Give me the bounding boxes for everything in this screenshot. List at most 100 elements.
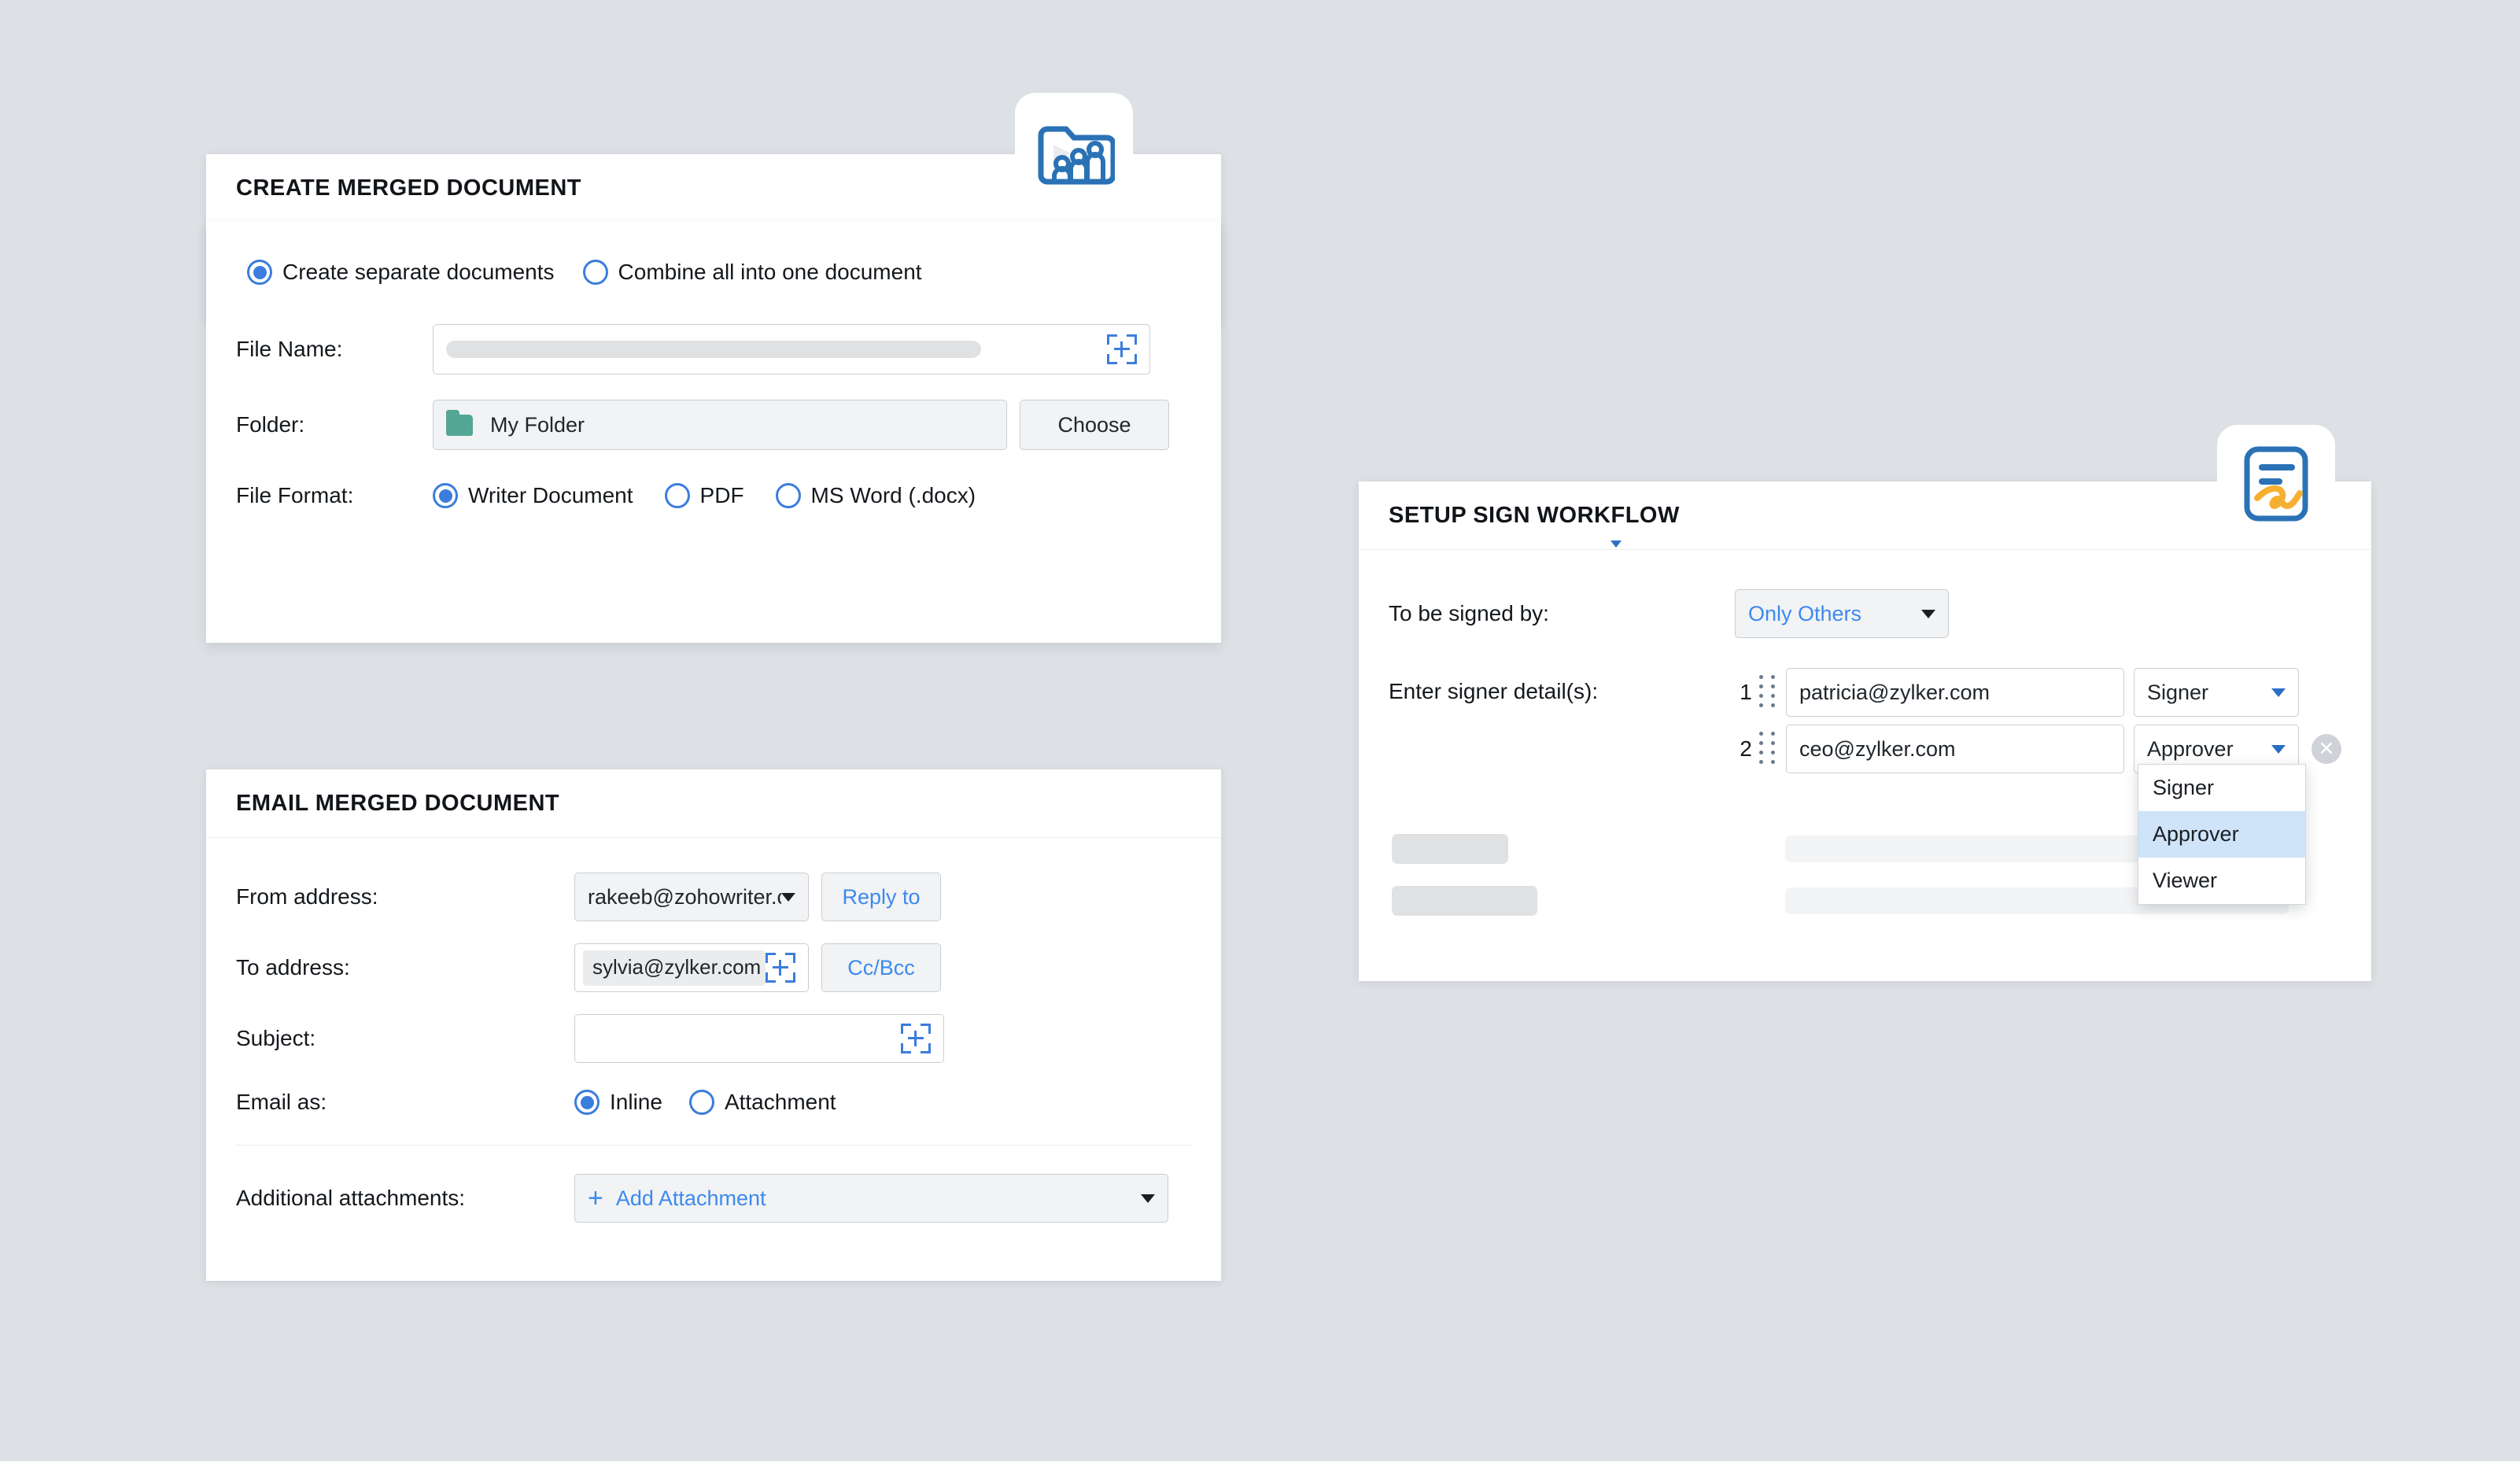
menu-item-label-signer: Signer: [2153, 776, 2215, 799]
chevron-down-icon-signed-by[interactable]: [1921, 609, 1935, 618]
radio-icon-pdf[interactable]: [664, 483, 690, 508]
from-address-row: From address: rakeeb@zohowriter.com Repl…: [236, 873, 1191, 921]
folder-value-field[interactable]: My Folder: [433, 400, 1007, 450]
skeleton-label-bar: [1392, 886, 1537, 916]
cc-bcc-button[interactable]: Cc/Bcc: [821, 943, 941, 992]
file-name-placeholder-bar: [446, 341, 981, 358]
chevron-down-icon-from[interactable]: [781, 892, 795, 902]
chevron-down-icon-artifact: [1611, 540, 1622, 548]
additional-attachments-row: Additional attachments: + Add Attachment: [236, 1174, 1191, 1223]
plus-icon-add-attachment: +: [588, 1183, 603, 1213]
radio-label-inline: Inline: [610, 1090, 662, 1114]
to-address-input[interactable]: sylvia@zylker.com ✕: [574, 943, 809, 992]
signer-role-value-1: Signer: [2147, 680, 2209, 704]
drag-handle-icon-signer-1[interactable]: [1759, 675, 1777, 710]
from-address-select[interactable]: rakeeb@zohowriter.com: [574, 873, 809, 921]
radio-label-combine-into-one: Combine all into one document: [618, 260, 922, 284]
drag-handle-icon-signer-2[interactable]: [1759, 732, 1777, 766]
folder-value: My Folder: [490, 412, 585, 437]
merge-mode-radio-group: Create separate documents Combine all in…: [247, 260, 1191, 285]
radio-icon-inline[interactable]: [574, 1090, 600, 1115]
choose-folder-button[interactable]: Choose: [1020, 400, 1169, 450]
folder-label: Folder:: [236, 412, 305, 437]
folder-icon: [446, 409, 473, 436]
email-as-label: Email as:: [236, 1090, 327, 1114]
signer-role-dropdown-menu[interactable]: Signer Approver Viewer: [2138, 764, 2306, 905]
radio-label-pdf: PDF: [699, 483, 744, 507]
radio-icon-create-separate[interactable]: [247, 260, 272, 285]
to-be-signed-by-row: To be signed by: Only Others: [1389, 589, 2341, 638]
setup-sign-workflow-panel: SETUP SIGN WORKFLOW To be signed by: Onl…: [1359, 481, 2371, 981]
reply-to-label: Reply to: [842, 884, 921, 909]
skeleton-label-bar: [1392, 834, 1508, 864]
email-panel-divider: [236, 1145, 1191, 1146]
radio-label-writer-document: Writer Document: [468, 483, 633, 507]
radio-inline[interactable]: Inline: [574, 1090, 662, 1115]
sign-panel-title: SETUP SIGN WORKFLOW: [1389, 502, 1680, 528]
radio-icon-writer-document[interactable]: [433, 483, 458, 508]
signer-role-value-2: Approver: [2147, 736, 2234, 761]
chevron-down-icon-role-2[interactable]: [2271, 744, 2286, 754]
from-address-label: From address:: [236, 884, 378, 909]
merge-panel-title: CREATE MERGED DOCUMENT: [236, 175, 582, 201]
menu-item-signer[interactable]: Signer: [2138, 765, 2305, 811]
radio-label-create-separate: Create separate documents: [282, 260, 555, 284]
close-icon-remove-signer-2[interactable]: ✕: [2312, 734, 2341, 764]
subject-input[interactable]: [574, 1014, 944, 1063]
signer-role-select-1[interactable]: Signer: [2134, 668, 2299, 717]
to-address-label: To address:: [236, 955, 350, 980]
radio-icon-combine-into-one[interactable]: [582, 260, 608, 285]
choose-folder-label: Choose: [1057, 412, 1131, 437]
document-signature-glyph: [2244, 446, 2308, 522]
folder-with-people-glyph: [1038, 126, 1115, 185]
menu-item-label-approver: Approver: [2153, 822, 2239, 846]
email-as-row: Email as: Inline Attachment: [236, 1090, 1191, 1115]
signed-by-select[interactable]: Only Others: [1735, 589, 1949, 638]
menu-item-viewer[interactable]: Viewer: [2138, 858, 2305, 904]
folder-row: Folder: My Folder Choose: [236, 400, 1191, 450]
radio-combine-into-one[interactable]: Combine all into one document: [582, 260, 922, 285]
chevron-down-icon-role-1[interactable]: [2271, 688, 2286, 697]
file-name-row: File Name:: [236, 324, 1191, 374]
to-address-row: To address: sylvia@zylker.com ✕ Cc/Bcc: [236, 943, 1191, 992]
to-be-signed-by-label: To be signed by:: [1389, 601, 1549, 625]
radio-ms-word[interactable]: MS Word (.docx): [775, 483, 976, 508]
add-attachment-label: Add Attachment: [615, 1186, 766, 1210]
insert-merge-field-icon-to[interactable]: [766, 953, 795, 983]
signer-email-value-1: patricia@zylker.com: [1799, 680, 1990, 704]
file-name-label: File Name:: [236, 337, 343, 361]
radio-create-separate-documents[interactable]: Create separate documents: [247, 260, 555, 285]
radio-icon-attachment[interactable]: [688, 1090, 714, 1115]
insert-merge-field-icon[interactable]: [1107, 334, 1137, 364]
subject-row: Subject:: [236, 1014, 1191, 1063]
recipient-chip[interactable]: sylvia@zylker.com ✕: [583, 950, 766, 986]
from-address-value: rakeeb@zohowriter.com: [588, 884, 781, 909]
add-attachment-dropdown[interactable]: + Add Attachment: [574, 1174, 1168, 1223]
file-format-label: File Format:: [236, 483, 354, 507]
signer-email-value-2: ceo@zylker.com: [1799, 736, 1956, 761]
email-panel-header: EMAIL MERGED DOCUMENT: [206, 769, 1221, 838]
subject-label: Subject:: [236, 1026, 316, 1050]
signer-email-input-1[interactable]: patricia@zylker.com: [1786, 668, 2124, 717]
reply-to-button[interactable]: Reply to: [821, 873, 941, 921]
radio-writer-document[interactable]: Writer Document: [433, 483, 633, 508]
document-signature-icon: [2217, 425, 2335, 543]
radio-pdf[interactable]: PDF: [664, 483, 744, 508]
file-name-input[interactable]: [433, 324, 1150, 374]
radio-icon-ms-word[interactable]: [775, 483, 801, 508]
radio-label-ms-word: MS Word (.docx): [810, 483, 976, 507]
email-panel-title: EMAIL MERGED DOCUMENT: [236, 790, 560, 816]
cc-bcc-label: Cc/Bcc: [847, 955, 915, 980]
radio-attachment[interactable]: Attachment: [688, 1090, 836, 1115]
signer-email-input-2[interactable]: ceo@zylker.com: [1786, 725, 2124, 773]
menu-item-approver[interactable]: Approver: [2138, 811, 2305, 858]
chevron-down-icon-add-attachment[interactable]: [1141, 1194, 1155, 1203]
signer-details-row-1: Enter signer detail(s): 1 patricia@zylke…: [1389, 668, 2341, 773]
folder-with-people-icon: [1015, 93, 1133, 211]
radio-label-attachment: Attachment: [724, 1090, 836, 1114]
insert-merge-field-icon-subject[interactable]: [901, 1024, 931, 1053]
signer-index: 2: [1740, 736, 1752, 761]
signer-index: 1: [1740, 680, 1752, 704]
signer-row: 1 patricia@zylker.com Signer: [1732, 668, 2341, 717]
create-merged-document-body: Create separate documents Combine all in…: [206, 222, 1221, 643]
